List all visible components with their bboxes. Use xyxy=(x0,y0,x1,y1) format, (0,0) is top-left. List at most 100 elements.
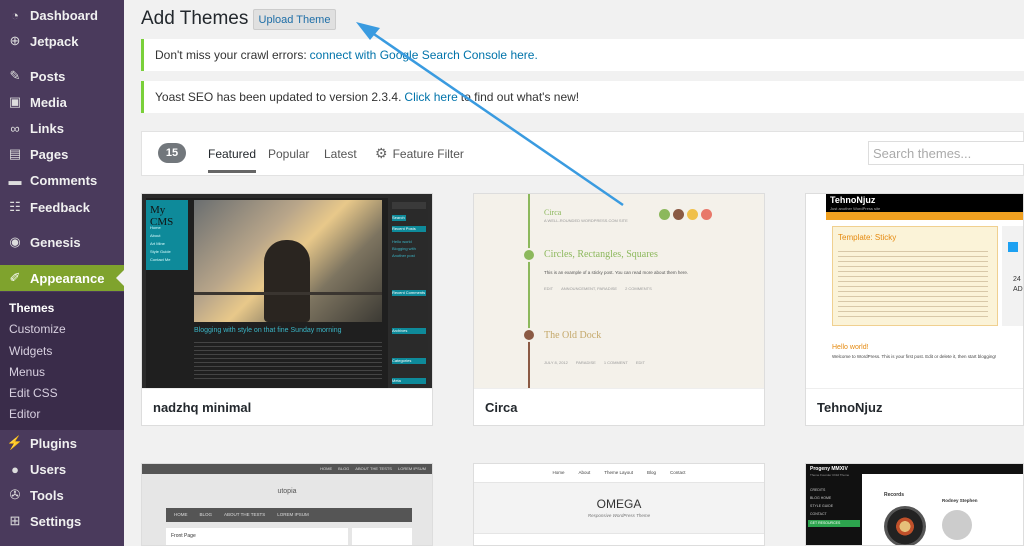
theme-count-badge: 15 xyxy=(158,143,186,163)
theme-preview-post2-title: The Old Dock xyxy=(544,330,602,341)
theme-screenshot: TehnoNjuz Just another WordPress site Te… xyxy=(806,194,1023,388)
tab-latest[interactable]: Latest xyxy=(324,147,357,161)
sidebar-item-comments[interactable]: ▬ Comments xyxy=(0,167,124,193)
notice-yoast: Yoast SEO has been updated to version 2.… xyxy=(141,81,1024,113)
theme-preview-site-title: Circa xyxy=(544,208,562,217)
submenu-widgets[interactable]: Widgets xyxy=(9,344,52,358)
theme-preview-tagline: Theme Founder Child Theme xyxy=(810,473,850,477)
search-themes-input[interactable] xyxy=(868,141,1024,165)
theme-preview-sticky-title: Template: Sticky xyxy=(838,233,897,242)
sidebar-item-media[interactable]: ▣ Media xyxy=(0,89,124,115)
theme-preview-post-title: Blogging with style on that fine Sunday … xyxy=(194,327,342,334)
sidebar-item-plugins[interactable]: ⚡ Plugins xyxy=(0,430,124,456)
comment-icon: ▬ xyxy=(8,172,22,188)
preview-widget-item: Recent Comments xyxy=(392,290,426,296)
theme-preview-logo-box: My CMS Home About Art Mine Style Guide C… xyxy=(146,200,188,270)
submenu-edit-css[interactable]: Edit CSS xyxy=(9,386,58,400)
tab-popular[interactable]: Popular xyxy=(268,147,309,161)
theme-preview-menu-icon xyxy=(659,209,670,220)
preview-nav-item: LOREM IPSUM xyxy=(397,466,426,471)
appearance-submenu: Themes Customize Widgets Menus Edit CSS … xyxy=(0,292,124,430)
theme-filter-bar: 15 Featured Popular Latest ⚙ Feature Fil… xyxy=(141,131,1024,176)
notice-text-suffix: to find out what's new! xyxy=(460,90,580,104)
theme-preview-sidebar: Progeny MMXIV Theme Founder Child Theme … xyxy=(806,464,862,545)
preview-nav-item: Art Mine xyxy=(150,241,165,246)
theme-preview-tagline: Responsive WordPress Theme xyxy=(587,513,651,518)
wrench-icon: ✇ xyxy=(9,487,21,502)
sidebar-item-dashboard[interactable]: ◔ Dashboard xyxy=(0,2,124,28)
preview-widget-item: Archives xyxy=(392,328,426,334)
theme-preview-search-icon xyxy=(701,209,712,220)
theme-preview-side-widget: 24 AD xyxy=(1002,226,1023,326)
preview-nav-item: BLOG HOME xyxy=(810,496,832,500)
jetpack-icon: ⊕ xyxy=(9,33,21,48)
sidebar-item-links[interactable]: ∞ Links xyxy=(0,115,124,141)
theme-card-tehnonjuz[interactable]: TehnoNjuz Just another WordPress site Te… xyxy=(805,193,1024,426)
sidebar-item-settings[interactable]: ⊞ Settings xyxy=(0,508,124,534)
theme-screenshot: Progeny MMXIV Theme Founder Child Theme … xyxy=(806,464,1023,545)
notice-text: Don't miss your crawl errors: xyxy=(155,48,307,62)
feedback-icon: ☷ xyxy=(9,199,21,214)
theme-preview-heading: Records xyxy=(884,492,905,498)
theme-card-omega[interactable]: Home About Theme Layout Blog Contact OME… xyxy=(473,463,765,546)
preview-widget-item: Search xyxy=(392,215,406,221)
theme-preview-nav-bar xyxy=(826,212,1023,220)
sidebar-item-tools[interactable]: ✇ Tools xyxy=(0,482,124,508)
preview-nav-item: Home xyxy=(552,470,565,475)
settings-icon: ⊞ xyxy=(9,513,21,528)
user-icon: ● xyxy=(11,461,19,477)
gear-icon: ⚙ xyxy=(375,145,388,161)
search-console-link[interactable]: connect with Google Search Console here. xyxy=(310,48,538,62)
arrow-head-icon xyxy=(356,22,380,40)
preview-nav-item: Contact xyxy=(670,470,686,475)
theme-card-circa[interactable]: Circa A WELL-ROUNDED WORDPRESS.COM SITE … xyxy=(473,193,765,426)
theme-preview-card-title: Rodney Stephen xyxy=(942,498,978,503)
page-title: Add Themes xyxy=(141,8,249,29)
preview-nav-item: CONTACT xyxy=(810,512,827,516)
submenu-menus[interactable]: Menus xyxy=(9,365,45,379)
preview-nav-item: Theme Layout xyxy=(604,470,634,475)
theme-name: nadzhq minimal xyxy=(142,388,432,425)
preview-nav-item: About xyxy=(578,470,591,475)
sidebar-item-users[interactable]: ● Users xyxy=(0,456,124,482)
sidebar-item-posts[interactable]: ✎ Posts xyxy=(0,63,124,89)
theme-card-progeny[interactable]: Progeny MMXIV Theme Founder Child Theme … xyxy=(805,463,1024,546)
tab-featured[interactable]: Featured xyxy=(208,147,257,173)
notice-search-console: Don't miss your crawl errors: connect wi… xyxy=(141,39,1024,71)
theme-preview-tagline: Just another WordPress site xyxy=(830,206,881,211)
preview-side-text: AD xyxy=(1013,286,1023,293)
preview-nav-item: HOME xyxy=(174,512,188,517)
preview-widget-item: Meta xyxy=(392,378,426,384)
feature-filter-button[interactable]: ⚙ Feature Filter xyxy=(375,145,464,162)
sidebar-item-pages[interactable]: ▤ Pages xyxy=(0,141,124,167)
sidebar-item-jetpack[interactable]: ⊕ Jetpack xyxy=(0,28,124,54)
sidebar-item-feedback[interactable]: ☷ Feedback xyxy=(0,194,124,220)
theme-preview-record-image xyxy=(884,506,926,545)
theme-card-utopia[interactable]: HOME BLOG ABOUT THE TESTS LOREM IPSUM ut… xyxy=(141,463,433,546)
theme-card-nadzhq-minimal[interactable]: My CMS Home About Art Mine Style Guide C… xyxy=(141,193,433,426)
theme-preview-tagline: A WELL-ROUNDED WORDPRESS.COM SITE xyxy=(544,218,628,223)
theme-name: TehnoNjuz xyxy=(806,388,1023,425)
genesis-icon: ◉ xyxy=(9,234,21,249)
preview-nav-item: CREDITS xyxy=(810,488,826,492)
theme-preview-top-bar: HOME BLOG ABOUT THE TESTS LOREM IPSUM xyxy=(142,464,432,474)
preview-nav-item: Blog xyxy=(647,470,657,475)
notice-text: Yoast SEO has been updated to version 2.… xyxy=(155,90,402,104)
upload-theme-button[interactable]: Upload Theme xyxy=(253,9,336,30)
theme-preview-hello-title: Hello world! xyxy=(832,344,869,351)
dashboard-icon: ◔ xyxy=(11,7,19,23)
preview-nav-item: About xyxy=(150,233,161,238)
preview-post-meta: EDIT xyxy=(544,286,554,291)
media-icon: ▣ xyxy=(8,94,22,109)
theme-screenshot: HOME BLOG ABOUT THE TESTS LOREM IPSUM ut… xyxy=(142,464,432,545)
theme-preview-avatar xyxy=(942,510,972,540)
submenu-themes[interactable]: Themes xyxy=(9,301,54,315)
submenu-customize[interactable]: Customize xyxy=(9,322,66,336)
sidebar-item-genesis[interactable]: ◉ Genesis xyxy=(0,229,124,255)
preview-nav-item: Contact Me xyxy=(150,257,171,262)
brush-icon: ✐ xyxy=(9,270,21,285)
submenu-editor[interactable]: Editor xyxy=(9,407,40,421)
sidebar-item-appearance[interactable]: ✐ Appearance xyxy=(0,265,124,291)
theme-preview-site-title: utopia xyxy=(277,488,297,495)
yoast-whats-new-link[interactable]: Click here xyxy=(404,90,457,104)
